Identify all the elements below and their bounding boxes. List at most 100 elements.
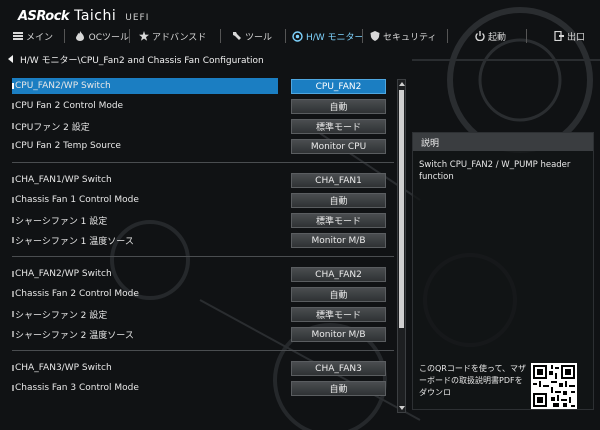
- setting-row-cpu-fan2-temp-source[interactable]: CPU Fan 2 Temp Source Monitor CPU: [12, 138, 394, 154]
- description-panel: 説明 Switch CPU_FAN2 / W_PUMP header funct…: [412, 132, 594, 410]
- scroll-down-arrow-icon[interactable]: [399, 406, 405, 410]
- tab-boot[interactable]: 起動: [448, 26, 526, 46]
- row-marker: [12, 123, 14, 129]
- setting-value-button[interactable]: 自動: [291, 381, 386, 396]
- tab-tools[interactable]: ツール: [221, 26, 285, 46]
- description-text: Switch CPU_FAN2 / W_PUMP header function: [419, 160, 571, 182]
- row-marker: [12, 291, 14, 297]
- group-divider: [12, 350, 394, 351]
- setting-label: CHA_FAN3/WP Switch: [15, 363, 112, 373]
- tab-hw-monitor[interactable]: H/W モニター: [286, 26, 364, 46]
- setting-value-button[interactable]: 標準モード: [291, 213, 386, 228]
- brand-model: Taichi: [74, 8, 117, 24]
- setting-label: Chassis Fan 2 Control Mode: [15, 289, 139, 299]
- setting-value-button[interactable]: CPU_FAN2: [291, 79, 386, 94]
- breadcrumb-text: H/W モニター\CPU_Fan2 and Chassis Fan Config…: [20, 55, 264, 66]
- tab-boot-label: 起動: [488, 32, 507, 43]
- scroll-up-arrow-icon[interactable]: [399, 82, 405, 86]
- group-divider: [12, 256, 394, 257]
- setting-row-cpu-fan2-wp-switch[interactable]: CPU_FAN2/WP Switch CPU_FAN2: [12, 78, 394, 94]
- setting-row-cpu-fan2-control-mode[interactable]: CPU Fan 2 Control Mode 自動: [12, 98, 394, 114]
- setting-value-button[interactable]: Monitor M/B: [291, 233, 386, 248]
- setting-label: シャーシファン 1 設定: [15, 216, 108, 227]
- breadcrumb: H/W モニター\CPU_Fan2 and Chassis Fan Config…: [8, 52, 264, 66]
- monitor-dial-icon: [292, 30, 303, 42]
- setting-row-chassis-fan2-temp-source[interactable]: シャーシファン 2 温度ソース Monitor M/B: [12, 326, 394, 342]
- setting-row-cha-fan1-wp-switch[interactable]: CHA_FAN1/WP Switch CHA_FAN1: [12, 172, 394, 188]
- group-divider: [12, 162, 394, 163]
- top-bar: ASRock Taichi UEFI メイン OCツール アドバンスド ツール …: [0, 0, 600, 48]
- row-marker: [12, 197, 14, 203]
- setting-value-button[interactable]: 自動: [291, 287, 386, 302]
- setting-label: CPU Fan 2 Control Mode: [15, 101, 124, 111]
- tab-oc-tools[interactable]: OCツール: [65, 26, 129, 46]
- setting-row-cha-fan2-wp-switch[interactable]: CHA_FAN2/WP Switch CHA_FAN2: [12, 266, 394, 282]
- tab-exit-label: 出口: [567, 32, 586, 43]
- power-icon: [474, 31, 485, 42]
- setting-row-cpu-fan2-setting[interactable]: CPUファン 2 設定 標準モード: [12, 118, 394, 134]
- setting-label: CPU Fan 2 Temp Source: [15, 141, 121, 151]
- tab-exit[interactable]: 出口: [527, 26, 599, 46]
- setting-row-chassis-fan2-control-mode[interactable]: Chassis Fan 2 Control Mode 自動: [12, 286, 394, 302]
- brand-name: ASRock: [18, 9, 70, 24]
- setting-value-button[interactable]: CHA_FAN1: [291, 173, 386, 188]
- row-marker: [12, 365, 14, 371]
- brand-logo: ASRock Taichi UEFI: [18, 8, 149, 24]
- tab-main[interactable]: メイン: [0, 26, 64, 46]
- setting-value-button[interactable]: Monitor M/B: [291, 327, 386, 342]
- row-marker: [12, 143, 14, 149]
- tab-tools-label: ツール: [245, 32, 273, 43]
- setting-value-button[interactable]: CHA_FAN2: [291, 267, 386, 282]
- setting-row-chassis-fan2-setting[interactable]: シャーシファン 2 設定 標準モード: [12, 306, 394, 322]
- setting-value-button[interactable]: Monitor CPU: [291, 139, 386, 154]
- setting-value-button[interactable]: 標準モード: [291, 119, 386, 134]
- setting-row-chassis-fan3-control-mode[interactable]: Chassis Fan 3 Control Mode 自動: [12, 380, 394, 396]
- setting-value-button[interactable]: CHA_FAN3: [291, 361, 386, 376]
- row-marker: [12, 311, 14, 317]
- exit-icon: [553, 31, 564, 42]
- setting-label: Chassis Fan 1 Control Mode: [15, 195, 139, 205]
- setting-value-button[interactable]: 自動: [291, 193, 386, 208]
- row-marker: [12, 385, 14, 391]
- setting-label: シャーシファン 2 温度ソース: [15, 330, 134, 341]
- qr-code-caption: このQRコードを使って、マザーボードの取扱説明書PDFをダウンロ: [419, 364, 527, 397]
- tab-hw-monitor-label: H/W モニター: [306, 32, 364, 43]
- shield-icon: [369, 31, 380, 42]
- tab-advanced[interactable]: アドバンスド: [130, 26, 220, 46]
- row-marker: [12, 331, 14, 337]
- row-marker: [12, 83, 14, 89]
- tab-main-label: メイン: [26, 32, 54, 43]
- row-marker: [12, 217, 14, 223]
- description-title: 説明: [413, 133, 593, 151]
- flame-icon: [75, 31, 86, 42]
- row-marker: [12, 177, 14, 183]
- brand-firmware: UEFI: [125, 13, 150, 23]
- setting-row-cha-fan3-wp-switch[interactable]: CHA_FAN3/WP Switch CHA_FAN3: [12, 360, 394, 376]
- row-marker: [12, 103, 14, 109]
- setting-label: CPU_FAN2/WP Switch: [15, 81, 111, 91]
- main-tabs: メイン OCツール アドバンスド ツール H/W モニター セキュリティ 起動 …: [0, 26, 600, 46]
- setting-label: Chassis Fan 3 Control Mode: [15, 383, 139, 393]
- setting-label: シャーシファン 2 設定: [15, 310, 108, 321]
- row-marker: [12, 271, 14, 277]
- tab-security-label: セキュリティ: [383, 32, 437, 43]
- list-icon: [12, 31, 23, 42]
- setting-label: CPUファン 2 設定: [15, 122, 90, 133]
- qr-code-image[interactable]: [531, 363, 577, 409]
- back-arrow-icon[interactable]: [8, 55, 13, 63]
- row-marker: [12, 237, 14, 243]
- tab-advanced-label: アドバンスド: [152, 32, 207, 43]
- setting-label: シャーシファン 1 温度ソース: [15, 236, 134, 247]
- wrench-icon: [231, 31, 242, 42]
- setting-value-button[interactable]: 自動: [291, 99, 386, 114]
- tab-oc-tools-label: OCツール: [88, 32, 129, 43]
- scroll-thumb[interactable]: [399, 90, 404, 328]
- setting-label: CHA_FAN1/WP Switch: [15, 175, 112, 185]
- setting-row-chassis-fan1-control-mode[interactable]: Chassis Fan 1 Control Mode 自動: [12, 192, 394, 208]
- tab-security[interactable]: セキュリティ: [363, 26, 447, 46]
- setting-value-button[interactable]: 標準モード: [291, 307, 386, 322]
- setting-row-chassis-fan1-temp-source[interactable]: シャーシファン 1 温度ソース Monitor M/B: [12, 232, 394, 248]
- setting-row-chassis-fan1-setting[interactable]: シャーシファン 1 設定 標準モード: [12, 212, 394, 228]
- settings-scrollbar[interactable]: [397, 79, 406, 413]
- setting-label: CHA_FAN2/WP Switch: [15, 269, 112, 279]
